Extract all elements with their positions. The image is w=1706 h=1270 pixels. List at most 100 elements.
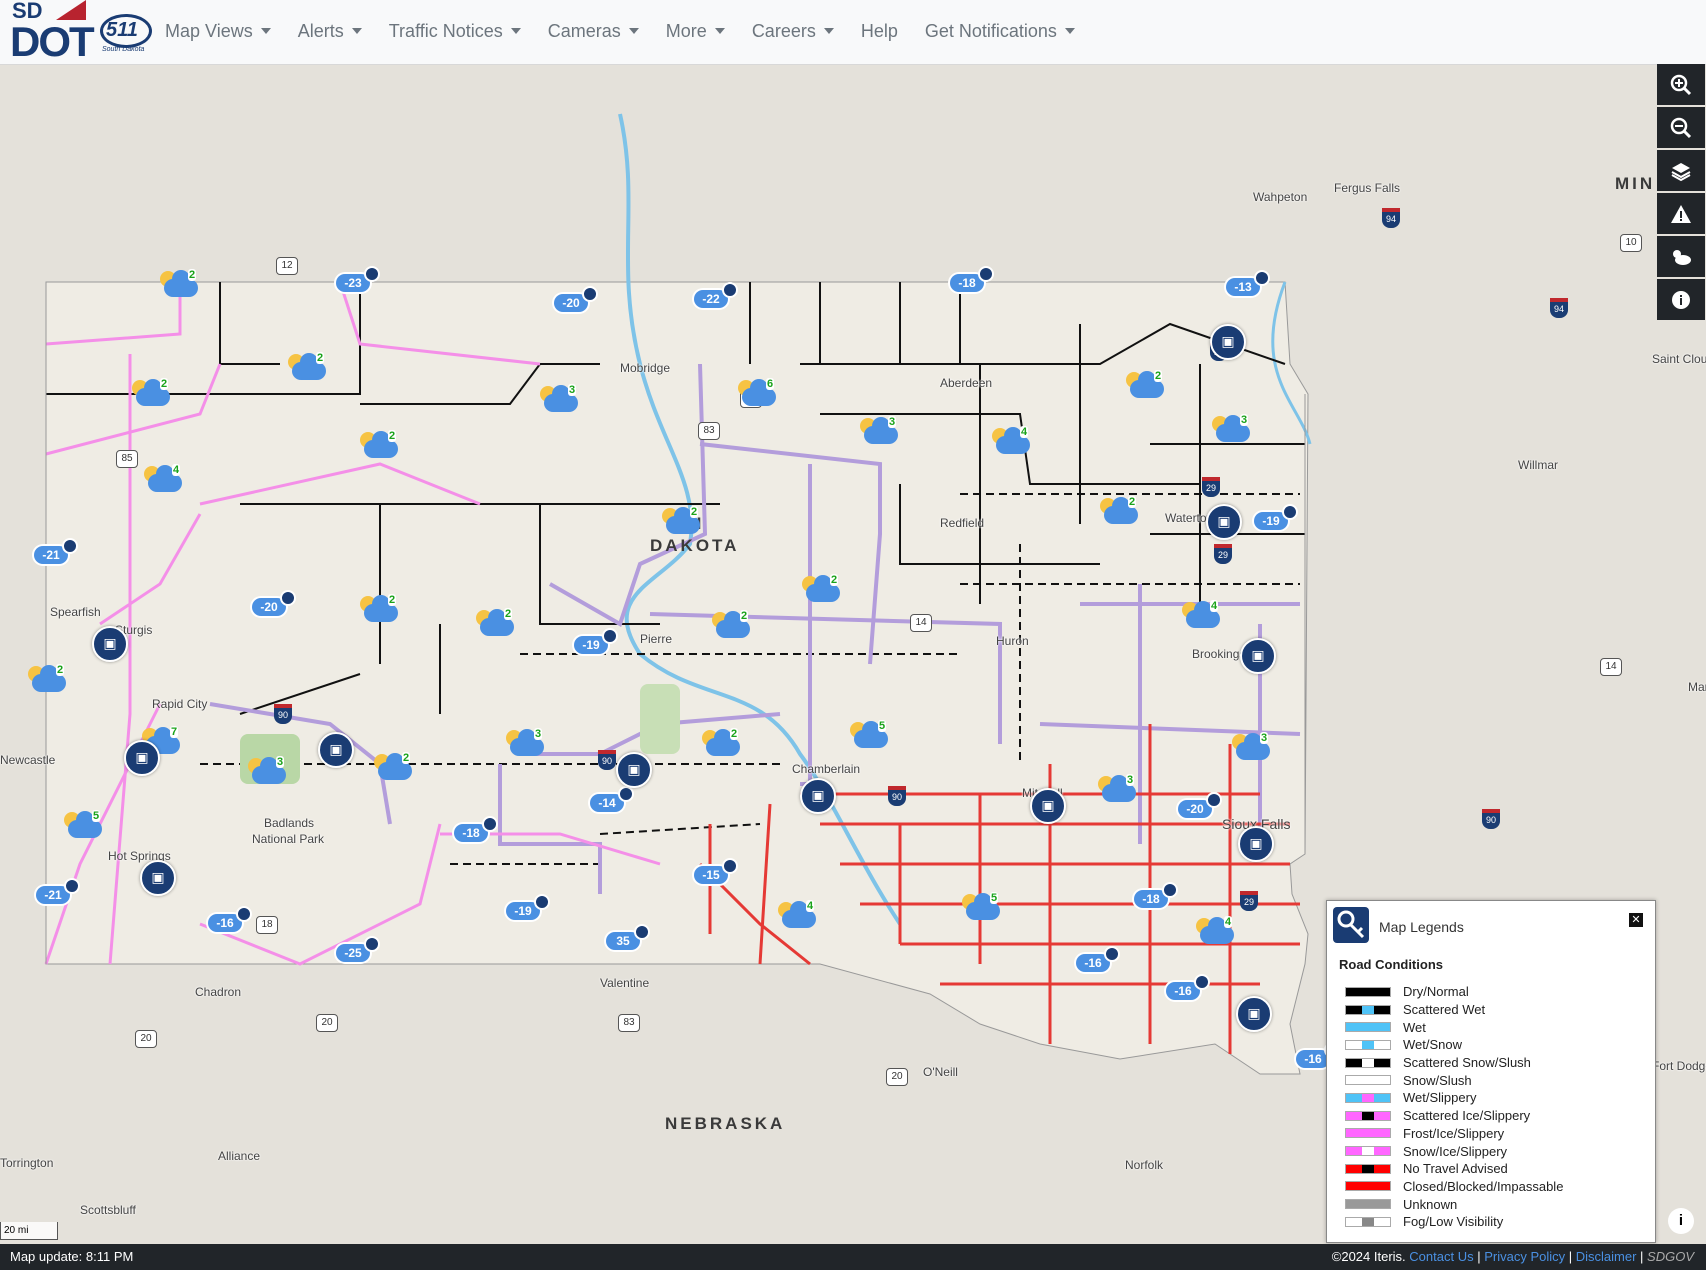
route-shield: 20 bbox=[886, 1068, 908, 1086]
layers-button[interactable] bbox=[1657, 150, 1705, 191]
temperature-marker[interactable]: -22 bbox=[686, 282, 738, 308]
weather-marker[interactable]: 2 bbox=[358, 430, 402, 464]
camera-marker[interactable]: ▣ bbox=[1236, 996, 1272, 1032]
temperature-value: -19 bbox=[1262, 514, 1280, 528]
temperature-marker[interactable]: -20 bbox=[546, 286, 598, 312]
temperature-marker[interactable]: -21 bbox=[28, 878, 80, 904]
close-icon[interactable]: ✕ bbox=[1629, 913, 1643, 927]
weather-marker[interactable]: 2 bbox=[710, 610, 754, 644]
weather-marker[interactable]: 5 bbox=[62, 810, 106, 844]
sddot-logo[interactable]: SD DOT bbox=[10, 0, 95, 65]
camera-marker[interactable]: ▣ bbox=[616, 752, 652, 788]
weather-marker[interactable]: 2 bbox=[26, 664, 70, 698]
weather-marker[interactable]: 6 bbox=[736, 378, 780, 412]
camera-marker[interactable]: ▣ bbox=[92, 626, 128, 662]
camera-marker[interactable]: ▣ bbox=[800, 778, 836, 814]
nav-get-notifications[interactable]: Get Notifications bbox=[925, 21, 1075, 42]
zoom-in-button[interactable] bbox=[1657, 64, 1705, 105]
weather-marker[interactable]: 2 bbox=[700, 728, 744, 762]
nav-label: Map Views bbox=[165, 20, 253, 41]
nav-more[interactable]: More bbox=[666, 21, 725, 42]
weather-marker[interactable]: 4 bbox=[1194, 916, 1238, 950]
camera-marker[interactable]: ▣ bbox=[318, 732, 354, 768]
temperature-marker[interactable]: -21 bbox=[26, 538, 78, 564]
weather-marker[interactable]: 4 bbox=[1180, 600, 1224, 634]
attribution-info-icon[interactable]: i bbox=[1668, 1208, 1694, 1234]
nav-alerts[interactable]: Alerts bbox=[298, 21, 362, 42]
weather-marker[interactable]: 2 bbox=[158, 269, 202, 303]
weather-marker[interactable]: 2 bbox=[800, 574, 844, 608]
temperature-marker[interactable]: -16 bbox=[1288, 1042, 1340, 1068]
wind-icon bbox=[482, 816, 498, 832]
temperature-marker[interactable]: -20 bbox=[1170, 792, 1222, 818]
city-label: Rapid City bbox=[152, 697, 208, 711]
weather-marker[interactable]: 3 bbox=[246, 756, 290, 790]
temperature-marker[interactable]: -16 bbox=[1068, 946, 1120, 972]
zoom-out-button[interactable] bbox=[1657, 107, 1705, 148]
weather-marker[interactable]: 2 bbox=[1124, 370, 1168, 404]
weather-marker[interactable]: 3 bbox=[538, 384, 582, 418]
camera-marker[interactable]: ▣ bbox=[1206, 504, 1242, 540]
camera-marker[interactable]: ▣ bbox=[1030, 788, 1066, 824]
contact-us-link[interactable]: Contact Us bbox=[1409, 1249, 1473, 1264]
weather-button[interactable] bbox=[1657, 236, 1705, 277]
temperature-marker[interactable]: -25 bbox=[328, 936, 380, 962]
cloud-icon bbox=[148, 465, 182, 492]
camera-marker[interactable]: ▣ bbox=[1210, 324, 1246, 360]
weather-marker[interactable]: 3 bbox=[1230, 732, 1274, 766]
nav-map-views[interactable]: Map Views bbox=[165, 21, 271, 42]
camera-marker[interactable]: ▣ bbox=[140, 860, 176, 896]
temperature-marker[interactable]: -14 bbox=[582, 786, 634, 812]
temperature-marker[interactable]: -19 bbox=[1246, 504, 1298, 530]
temperature-marker[interactable]: -15 bbox=[686, 858, 738, 884]
weather-marker[interactable]: 2 bbox=[660, 506, 704, 540]
camera-marker[interactable]: ▣ bbox=[124, 740, 160, 776]
weather-marker[interactable]: 3 bbox=[1210, 414, 1254, 448]
temperature-marker[interactable]: -23 bbox=[328, 266, 380, 292]
weather-marker[interactable]: 4 bbox=[142, 464, 186, 498]
temperature-marker[interactable]: -19 bbox=[566, 628, 618, 654]
weather-marker[interactable]: 5 bbox=[848, 720, 892, 754]
disclaimer-link[interactable]: Disclaimer bbox=[1576, 1249, 1637, 1264]
caret-down-icon bbox=[260, 28, 271, 34]
nav-help[interactable]: Help bbox=[861, 21, 898, 42]
temperature-marker[interactable]: -18 bbox=[446, 816, 498, 842]
temperature-marker[interactable]: -13 bbox=[1218, 270, 1270, 296]
temperature-marker[interactable]: -16 bbox=[200, 906, 252, 932]
weather-marker[interactable]: 3 bbox=[1096, 774, 1140, 808]
legend-swatch bbox=[1345, 1163, 1391, 1174]
alerts-button[interactable] bbox=[1657, 193, 1705, 234]
camera-marker[interactable]: ▣ bbox=[1238, 826, 1274, 862]
camera-marker[interactable]: ▣ bbox=[1240, 638, 1276, 674]
route-shield: 83 bbox=[618, 1014, 640, 1032]
sdgov-logo[interactable]: SDGOV bbox=[1647, 1249, 1694, 1264]
nav-cameras[interactable]: Cameras bbox=[548, 21, 639, 42]
map-legend-panel: Map Legends ✕ Road Conditions Dry/Normal… bbox=[1326, 900, 1656, 1243]
temperature-marker[interactable]: -19 bbox=[498, 894, 550, 920]
weather-marker[interactable]: 3 bbox=[858, 416, 902, 450]
weather-marker[interactable]: 2 bbox=[1098, 496, 1142, 530]
cloud-icon bbox=[136, 379, 170, 406]
weather-marker[interactable]: 2 bbox=[358, 594, 402, 628]
weather-marker[interactable]: 2 bbox=[286, 352, 330, 386]
legend-swatch bbox=[1345, 1057, 1391, 1068]
weather-marker[interactable]: 2 bbox=[372, 752, 416, 786]
temperature-marker[interactable]: -18 bbox=[1126, 882, 1178, 908]
weather-marker[interactable]: 2 bbox=[474, 608, 518, 642]
city-label: Brookings bbox=[1192, 647, 1246, 661]
nav-careers[interactable]: Careers bbox=[752, 21, 834, 42]
privacy-policy-link[interactable]: Privacy Policy bbox=[1484, 1249, 1565, 1264]
weather-marker[interactable]: 3 bbox=[504, 728, 548, 762]
temperature-marker[interactable]: -16 bbox=[1158, 974, 1210, 1000]
temperature-marker[interactable]: 35 bbox=[598, 924, 650, 950]
nav-label: Help bbox=[860, 20, 898, 41]
temperature-marker[interactable]: -20 bbox=[244, 590, 296, 616]
weather-marker[interactable]: 4 bbox=[776, 900, 820, 934]
temperature-marker[interactable]: -18 bbox=[942, 266, 994, 292]
weather-marker[interactable]: 2 bbox=[130, 378, 174, 412]
weather-marker[interactable]: 4 bbox=[990, 426, 1034, 460]
weather-marker[interactable]: 5 bbox=[960, 892, 1004, 926]
info-button[interactable] bbox=[1657, 279, 1705, 320]
sd511-logo[interactable]: 511 South Dakota bbox=[98, 12, 154, 56]
nav-traffic-notices[interactable]: Traffic Notices bbox=[389, 21, 521, 42]
